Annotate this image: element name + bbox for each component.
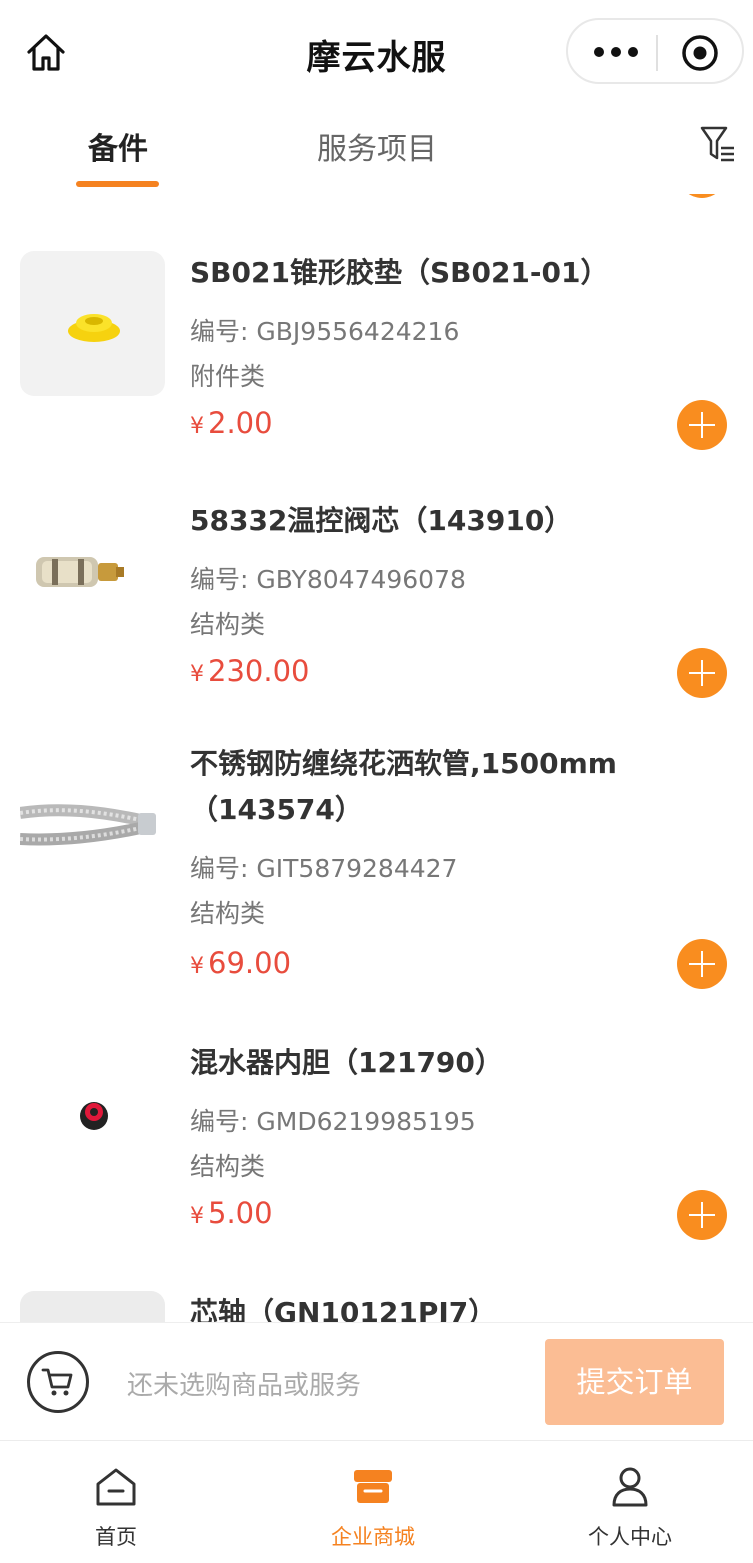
cart-empty-hint: 还未选购商品或服务 <box>127 1371 362 1401</box>
submit-order-button[interactable]: 提交订单 <box>545 1339 724 1425</box>
title-bar: 摩云水服 <box>0 0 753 104</box>
product-name[interactable]: 芯轴（GN10121PJ7） <box>190 1290 730 1322</box>
nav-store[interactable]: 企业商城 <box>298 1465 448 1551</box>
product-price: ¥230.00 <box>190 654 310 688</box>
category-tabs: 备件 服务项目 <box>0 104 753 194</box>
product-price: ¥5.00 <box>190 1196 273 1230</box>
tab-services[interactable]: 服务项目 <box>317 124 437 168</box>
product-code: 编号: GBJ9556424216 <box>190 317 460 346</box>
product-image <box>20 1041 165 1186</box>
home-tab-icon <box>96 1468 136 1506</box>
more-button[interactable] <box>594 40 638 64</box>
product-code: 编号: GIT5879284427 <box>190 854 458 883</box>
product-category: 结构类 <box>190 899 266 928</box>
mini-program-capsule <box>566 18 744 84</box>
add-to-cart-button[interactable] <box>677 1190 727 1240</box>
person-icon <box>612 1467 648 1507</box>
more-dots-icon <box>594 47 604 57</box>
bottom-navigation: 首页 企业商城 个人中心 <box>0 1440 753 1563</box>
nav-home-label: 首页 <box>95 1525 137 1549</box>
product-image <box>20 499 165 644</box>
active-tab-indicator <box>76 181 159 187</box>
product-name[interactable]: 不锈钢防缠绕花洒软管,1500mm（143574） <box>190 741 730 833</box>
cart-icon <box>41 1368 73 1396</box>
product-category: 结构类 <box>190 1152 266 1181</box>
product-price: ¥69.00 <box>190 946 292 980</box>
nav-profile-label: 个人中心 <box>588 1525 672 1549</box>
product-code: 编号: GBY8047496078 <box>190 565 466 594</box>
product-price: ¥2.00 <box>190 406 273 440</box>
add-to-cart-button[interactable] <box>677 648 727 698</box>
nav-store-label: 企业商城 <box>331 1525 415 1549</box>
target-close-icon[interactable] <box>680 33 720 73</box>
capsule-divider <box>656 35 658 71</box>
product-list[interactable]: SB021锥形胶垫（SB021-01） 编号: GBJ9556424216 附件… <box>0 194 753 1322</box>
product-image <box>20 753 165 898</box>
filter-icon[interactable] <box>698 124 738 164</box>
product-image <box>20 1291 165 1322</box>
store-icon <box>354 1470 392 1503</box>
tab-parts[interactable]: 备件 <box>88 124 148 168</box>
product-name[interactable]: 58332温控阀芯（143910） <box>190 498 730 544</box>
product-category: 附件类 <box>190 362 266 391</box>
product-category: 结构类 <box>190 610 266 639</box>
nav-profile[interactable]: 个人中心 <box>555 1465 705 1551</box>
nav-home[interactable]: 首页 <box>41 1465 191 1551</box>
cart-bar: 还未选购商品或服务 提交订单 <box>0 1322 753 1440</box>
product-code: 编号: GMD6219985195 <box>190 1107 476 1136</box>
cart-button[interactable] <box>27 1351 89 1413</box>
product-image <box>20 251 165 396</box>
product-name[interactable]: 混水器内胆（121790） <box>190 1040 730 1086</box>
add-to-cart-button[interactable] <box>677 939 727 989</box>
product-name[interactable]: SB021锥形胶垫（SB021-01） <box>190 250 730 296</box>
add-to-cart-button[interactable] <box>677 400 727 450</box>
add-button-partial[interactable] <box>678 194 726 198</box>
